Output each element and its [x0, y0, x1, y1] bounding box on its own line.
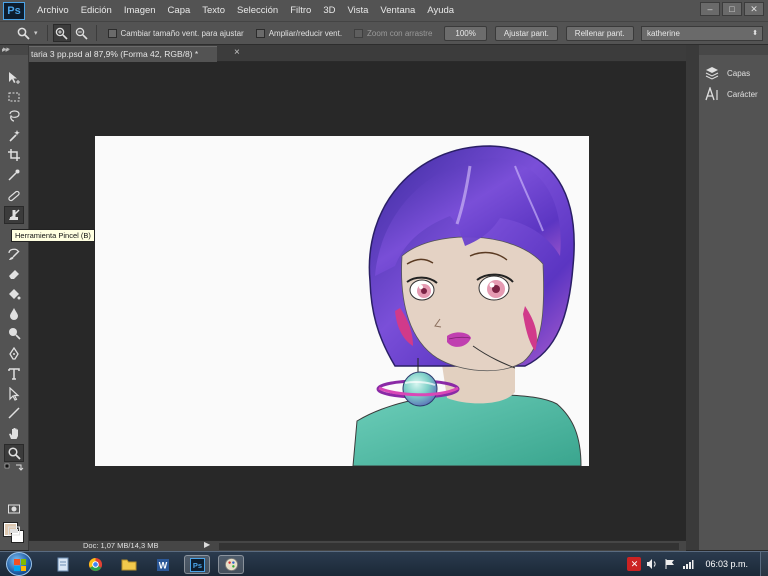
- document-tab-title: taria 3 pp.psd al 87,9% (Forma 42, RGB/8…: [31, 49, 199, 59]
- triangle-right-icon[interactable]: ▶: [204, 540, 210, 549]
- clone-stamp-icon: [10, 210, 18, 220]
- taskbar-clock[interactable]: 06:03 p.m.: [705, 559, 748, 569]
- anime-girl-illustration: [352, 145, 582, 466]
- file-icon[interactable]: [50, 555, 76, 574]
- menu-3d[interactable]: 3D: [317, 0, 341, 21]
- dock-layers-label: Capas: [727, 68, 751, 78]
- panel-splitter[interactable]: [686, 45, 698, 550]
- menu-capa[interactable]: Capa: [162, 0, 197, 21]
- eraser-icon[interactable]: [4, 265, 24, 283]
- zoom-in-icon[interactable]: [52, 24, 71, 42]
- svg-text:W: W: [159, 560, 168, 570]
- screen-mode-icon[interactable]: [4, 522, 24, 540]
- document-tab[interactable]: taria 3 pp.psd al 87,9% (Forma 42, RGB/8…: [29, 46, 217, 62]
- zoom-100-button[interactable]: 100%: [444, 25, 487, 41]
- network-icon[interactable]: [681, 557, 695, 571]
- system-tray: ✕ 06:03 p.m.: [623, 552, 768, 576]
- dock-character[interactable]: Carácter: [705, 84, 758, 104]
- folder-icon[interactable]: [116, 555, 142, 574]
- zoom-out-icon[interactable]: [73, 24, 91, 42]
- windows-logo-icon: [14, 559, 26, 571]
- pen-icon[interactable]: [4, 345, 24, 363]
- windows-taskbar: W Ps ✕ 06:03 p.m.: [0, 551, 768, 576]
- maximize-button[interactable]: □: [722, 2, 742, 16]
- fit-screen-button[interactable]: Ajustar pant.: [494, 25, 558, 41]
- separator: [95, 25, 97, 41]
- menu-texto[interactable]: Texto: [196, 0, 231, 21]
- workspace-select[interactable]: katherine ⬍: [641, 26, 763, 41]
- menu-bar: Ps Archivo Edición Imagen Capa Texto Sel…: [0, 0, 768, 21]
- scrubby-zoom-checkbox: [354, 28, 364, 38]
- dock-header[interactable]: [699, 45, 768, 55]
- right-panel-dock: Capas Carácter: [698, 45, 768, 550]
- crop-icon[interactable]: [4, 146, 24, 164]
- tools-panel: ▸▸: [0, 45, 29, 550]
- type-icon[interactable]: [4, 365, 24, 383]
- tool-tooltip: Herramienta Pincel (B): [11, 229, 95, 242]
- menu-ventana[interactable]: Ventana: [374, 0, 421, 21]
- volume-icon[interactable]: [645, 557, 659, 571]
- menu-imagen[interactable]: Imagen: [118, 0, 162, 21]
- dock-character-label: Carácter: [727, 89, 758, 99]
- blur-icon[interactable]: [4, 305, 24, 323]
- chevron-down-icon[interactable]: ▾: [34, 29, 38, 37]
- chrome-icon[interactable]: [82, 555, 108, 574]
- magic-wand-icon[interactable]: [4, 127, 24, 145]
- lasso-icon[interactable]: [4, 107, 24, 125]
- scrubby-zoom-label: Zoom con arrastre: [367, 28, 433, 38]
- healing-brush-icon[interactable]: [4, 187, 24, 205]
- photoshop-taskbar-icon[interactable]: Ps: [184, 555, 210, 574]
- move-icon[interactable]: [4, 69, 24, 87]
- zoom-all-label: Ampliar/reducir vent.: [268, 28, 343, 38]
- zoom-all-checkbox[interactable]: [255, 28, 265, 38]
- menu-edicion[interactable]: Edición: [75, 0, 118, 21]
- workspace-value: katherine: [647, 29, 680, 38]
- antivirus-icon[interactable]: ✕: [627, 557, 642, 571]
- marquee-icon[interactable]: [4, 88, 24, 106]
- history-brush-icon[interactable]: [4, 245, 24, 263]
- dodge-icon[interactable]: [4, 324, 24, 342]
- layers-icon: [705, 66, 719, 80]
- zoom-icon[interactable]: [4, 444, 24, 462]
- menu-vista[interactable]: Vista: [341, 0, 374, 21]
- panel-collapse-arrows-icon[interactable]: ▸▸: [2, 46, 9, 54]
- options-bar: ▾ Cambiar tamaño vent. para ajustar Ampl…: [0, 21, 768, 45]
- dock-layers[interactable]: Capas: [705, 63, 750, 83]
- menu-filtro[interactable]: Filtro: [284, 0, 317, 21]
- close-button[interactable]: ✕: [744, 2, 764, 16]
- show-desktop-button[interactable]: [760, 552, 768, 576]
- status-bar: Doc: 1,07 MB/14,3 MB ▶: [29, 540, 686, 551]
- action-center-flag-icon[interactable]: [663, 557, 677, 571]
- resize-windows-checkbox[interactable]: [107, 28, 117, 38]
- hand-icon[interactable]: [4, 424, 24, 442]
- paint-app-icon[interactable]: [218, 555, 244, 574]
- paint-bucket-icon[interactable]: [4, 285, 24, 303]
- window-controls: – □ ✕: [700, 2, 764, 16]
- up-down-arrows-icon: ⬍: [752, 30, 758, 37]
- photoshop-logo: Ps: [3, 1, 25, 20]
- eyedropper-icon[interactable]: [4, 166, 24, 184]
- character-icon: [705, 87, 719, 101]
- line-icon[interactable]: [4, 404, 24, 422]
- path-selection-icon[interactable]: [4, 385, 24, 403]
- horizontal-scrollbar[interactable]: [219, 543, 679, 550]
- menu-archivo[interactable]: Archivo: [31, 0, 75, 21]
- menu-ayuda[interactable]: Ayuda: [421, 0, 460, 21]
- document-canvas[interactable]: [95, 136, 589, 466]
- fill-screen-button[interactable]: Rellenar pant.: [565, 25, 634, 41]
- close-icon[interactable]: ×: [234, 47, 240, 58]
- document-tab-bar: taria 3 pp.psd al 87,9% (Forma 42, RGB/8…: [29, 45, 686, 62]
- start-button[interactable]: [6, 552, 32, 576]
- clone-stamp-tool[interactable]: [4, 206, 24, 224]
- menu-seleccion[interactable]: Selección: [231, 0, 284, 21]
- minimize-button[interactable]: –: [700, 2, 720, 16]
- resize-windows-label: Cambiar tamaño vent. para ajustar: [120, 28, 244, 38]
- quick-mask-icon[interactable]: [4, 500, 24, 518]
- svg-text:Ps: Ps: [192, 561, 201, 570]
- document-size-status[interactable]: Doc: 1,07 MB/14,3 MB: [83, 541, 158, 551]
- separator: [46, 25, 48, 41]
- zoom-tool-preset-icon[interactable]: [14, 24, 32, 42]
- swap-colors-icon[interactable]: [4, 462, 24, 474]
- word-icon[interactable]: W: [150, 555, 176, 574]
